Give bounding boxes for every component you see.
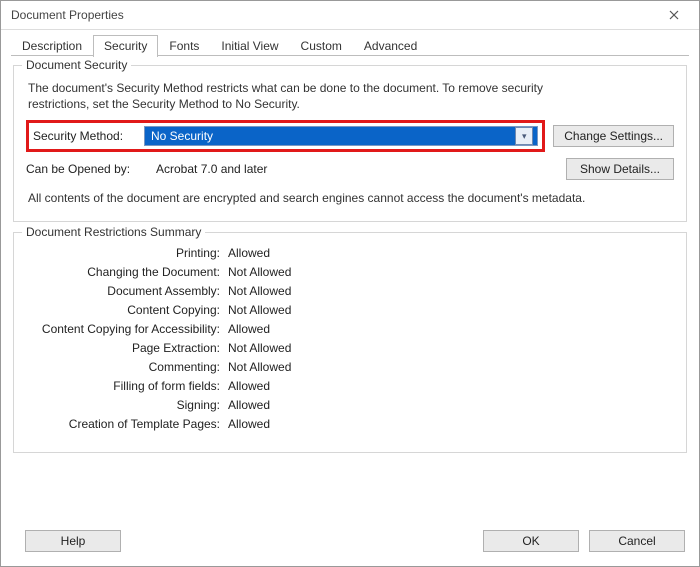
restrictions-summary-group: Document Restrictions Summary Printing: … (13, 232, 687, 453)
restriction-value: Allowed (228, 246, 270, 260)
restriction-value: Not Allowed (228, 360, 291, 374)
tabstrip: Description Security Fonts Initial View … (1, 30, 699, 56)
encryption-note: All contents of the document are encrypt… (26, 186, 590, 209)
restriction-row: Page Extraction: Not Allowed (26, 341, 674, 355)
show-details-button[interactable]: Show Details... (566, 158, 674, 180)
titlebar: Document Properties (1, 1, 699, 30)
restrictions-summary-title: Document Restrictions Summary (22, 225, 205, 239)
security-method-label: Security Method: (33, 129, 144, 143)
dialog-body: Document Security The document's Securit… (1, 57, 699, 520)
tab-initial-view[interactable]: Initial View (210, 35, 289, 57)
restriction-value: Not Allowed (228, 341, 291, 355)
restriction-row: Printing: Allowed (26, 246, 674, 260)
security-method-value: No Security (151, 129, 515, 143)
tab-description[interactable]: Description (11, 35, 93, 57)
restriction-key: Page Extraction: (26, 341, 228, 355)
restriction-value: Not Allowed (228, 284, 291, 298)
restriction-value: Not Allowed (228, 265, 291, 279)
restriction-key: Changing the Document: (26, 265, 228, 279)
opened-by-value: Acrobat 7.0 and later (152, 162, 566, 176)
restriction-key: Commenting: (26, 360, 228, 374)
restriction-key: Content Copying for Accessibility: (26, 322, 228, 336)
restriction-value: Allowed (228, 322, 270, 336)
restriction-value: Not Allowed (228, 303, 291, 317)
chevron-down-icon: ▾ (515, 127, 533, 145)
restriction-key: Creation of Template Pages: (26, 417, 228, 431)
change-settings-button[interactable]: Change Settings... (553, 125, 674, 147)
opened-by-label: Can be Opened by: (26, 162, 152, 176)
restriction-row: Content Copying for Accessibility: Allow… (26, 322, 674, 336)
security-description: The document's Security Method restricts… (26, 74, 590, 120)
opened-by-row: Can be Opened by: Acrobat 7.0 and later … (26, 158, 674, 180)
tab-security[interactable]: Security (93, 35, 158, 57)
restriction-row: Content Copying: Not Allowed (26, 303, 674, 317)
help-button[interactable]: Help (25, 530, 121, 552)
restriction-row: Filling of form fields: Allowed (26, 379, 674, 393)
restriction-row: Signing: Allowed (26, 398, 674, 412)
security-method-select[interactable]: No Security ▾ (144, 126, 538, 146)
security-method-highlight: Security Method: No Security ▾ (26, 120, 545, 152)
tab-fonts[interactable]: Fonts (158, 35, 210, 57)
document-properties-dialog: Document Properties Description Security… (0, 0, 700, 567)
document-security-group: Document Security The document's Securit… (13, 65, 687, 222)
tab-advanced[interactable]: Advanced (353, 35, 428, 57)
tab-custom[interactable]: Custom (290, 35, 353, 57)
restriction-value: Allowed (228, 417, 270, 431)
restriction-row: Document Assembly: Not Allowed (26, 284, 674, 298)
restriction-row: Creation of Template Pages: Allowed (26, 417, 674, 431)
restriction-key: Content Copying: (26, 303, 228, 317)
window-title: Document Properties (11, 8, 657, 22)
restriction-row: Commenting: Not Allowed (26, 360, 674, 374)
dialog-footer: Help OK Cancel (1, 520, 699, 566)
restriction-key: Printing: (26, 246, 228, 260)
restriction-value: Allowed (228, 379, 270, 393)
close-icon (669, 10, 679, 20)
close-button[interactable] (657, 4, 691, 26)
restriction-row: Changing the Document: Not Allowed (26, 265, 674, 279)
restriction-key: Document Assembly: (26, 284, 228, 298)
cancel-button[interactable]: Cancel (589, 530, 685, 552)
ok-button[interactable]: OK (483, 530, 579, 552)
restriction-key: Filling of form fields: (26, 379, 228, 393)
restriction-key: Signing: (26, 398, 228, 412)
document-security-title: Document Security (22, 58, 131, 72)
security-method-row: Security Method: No Security ▾ Change Se… (26, 120, 674, 152)
restriction-value: Allowed (228, 398, 270, 412)
